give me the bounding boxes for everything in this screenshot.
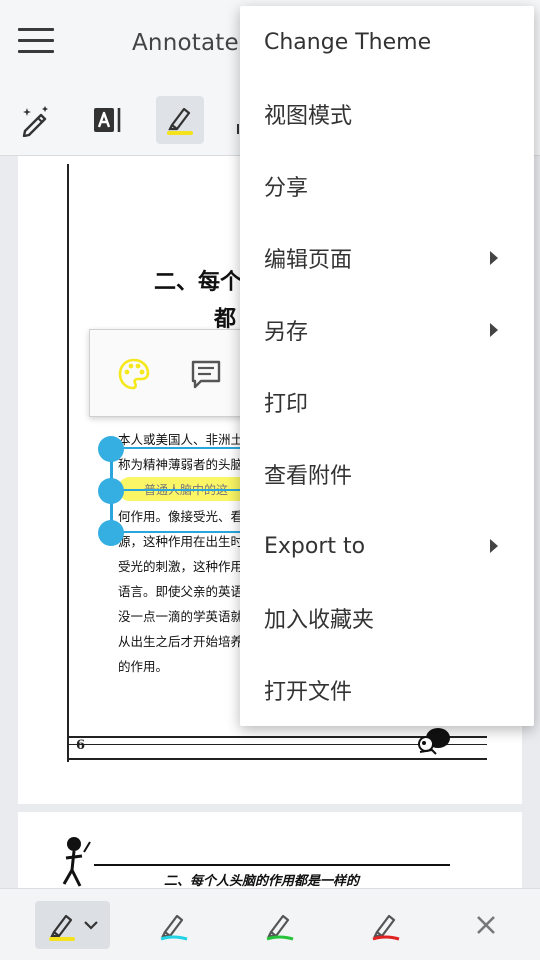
- doc-text-line: 语言。即使父亲的英语: [118, 584, 244, 599]
- submenu-arrow-icon: [490, 539, 498, 553]
- doc-heading: 二、每个: [154, 269, 243, 295]
- menu-item-label: 编辑页面: [264, 248, 353, 273]
- menu-item-open-file[interactable]: 打开文件: [240, 654, 534, 726]
- page-number: 6: [76, 738, 86, 753]
- figure-doodle-icon: [62, 837, 91, 887]
- doc-text-line: 源，这种作用在出生时: [118, 534, 244, 549]
- chapter-heading: 二、每个人头脑的作用都是一样的: [164, 874, 360, 889]
- pen-cyan-button[interactable]: [150, 901, 198, 949]
- close-icon[interactable]: [470, 909, 502, 941]
- add-comment-button[interactable]: [188, 356, 224, 392]
- doc-text-line: 从出生之后才开始培养: [118, 634, 244, 649]
- pen-yellow-icon: [48, 914, 75, 941]
- menu-item-print[interactable]: 打印: [240, 366, 534, 438]
- menu-item-label: 加入收藏夹: [264, 608, 375, 633]
- bottom-toolbar: [0, 888, 540, 960]
- submenu-arrow-icon: [490, 251, 498, 265]
- selection-line-middle: [110, 489, 260, 491]
- document-page-2[interactable]: 二、每个人头脑的作用都是一样的: [18, 812, 522, 892]
- menu-item-change-theme[interactable]: Change Theme: [240, 6, 534, 78]
- selection-line-top: [110, 447, 260, 449]
- chapter-heading-band: 二、每个人头脑的作用都是一样的: [94, 864, 450, 890]
- text-tool-button[interactable]: [84, 96, 132, 144]
- highlighter-tool-button[interactable]: [156, 96, 204, 144]
- magic-pen-icon: [22, 106, 48, 137]
- menu-item-label: 打印: [264, 392, 309, 417]
- doc-text-line: 称为精神薄弱者的头脑: [118, 457, 244, 472]
- text-cursor-icon: [94, 108, 121, 132]
- cartoon-doodle-icon: [418, 728, 450, 755]
- menu-item-label: 查看附件: [264, 464, 353, 489]
- color-palette-button[interactable]: [116, 356, 152, 392]
- highlighter-icon: [167, 107, 193, 135]
- menu-item-label: Change Theme: [264, 29, 432, 55]
- doc-text-line: 的作用。: [118, 659, 169, 674]
- menu-item-save-as[interactable]: 另存: [240, 294, 534, 366]
- comment-icon: [191, 360, 221, 389]
- palette-icon: [118, 358, 150, 390]
- menu-item-edit-pages[interactable]: 编辑页面: [240, 222, 534, 294]
- pen-yellow-button[interactable]: [35, 901, 110, 949]
- pen-red-button[interactable]: [362, 901, 410, 949]
- magic-pen-tool-button[interactable]: [12, 96, 60, 144]
- menu-item-add-favorite[interactable]: 加入收藏夹: [240, 582, 534, 654]
- selection-handle-bottom[interactable]: [98, 520, 124, 546]
- doc-text-line: 何作用。像接受光、看: [118, 509, 244, 524]
- menu-item-share[interactable]: 分享: [240, 150, 534, 222]
- menu-item-label: 另存: [264, 320, 309, 345]
- chevron-down-icon: [83, 921, 98, 930]
- selection-line-bottom: [110, 531, 260, 533]
- submenu-arrow-icon: [490, 323, 498, 337]
- selection-handle-top[interactable]: [98, 436, 124, 462]
- pen-cyan-icon: [160, 914, 188, 941]
- menu-item-view-mode[interactable]: 视图模式: [240, 78, 534, 150]
- doc-text-line: 没一点一滴的学英语就: [118, 609, 244, 624]
- pen-green-button[interactable]: [256, 901, 304, 949]
- menu-item-label: 视图模式: [264, 104, 353, 129]
- annotation-popup: [89, 329, 249, 417]
- hamburger-menu-icon[interactable]: [18, 28, 54, 58]
- pen-green-icon: [266, 914, 294, 941]
- pen-red-icon: [372, 914, 400, 941]
- selection-handle-middle[interactable]: [98, 478, 124, 504]
- overflow-menu: Change Theme 视图模式 分享 编辑页面 另存 打印 查看附件 Exp…: [240, 6, 534, 726]
- menu-item-view-attachments[interactable]: 查看附件: [240, 438, 534, 510]
- menu-item-label: 打开文件: [264, 680, 353, 705]
- menu-item-label: 分享: [264, 176, 309, 201]
- doc-text-line: 本人或美国人、非洲土: [118, 432, 244, 447]
- doc-text-line: 受光的刺激，这种作用: [118, 559, 244, 574]
- menu-item-label: Export to: [264, 533, 366, 559]
- page-title: Annotate: [132, 30, 239, 56]
- menu-item-export-to[interactable]: Export to: [240, 510, 534, 582]
